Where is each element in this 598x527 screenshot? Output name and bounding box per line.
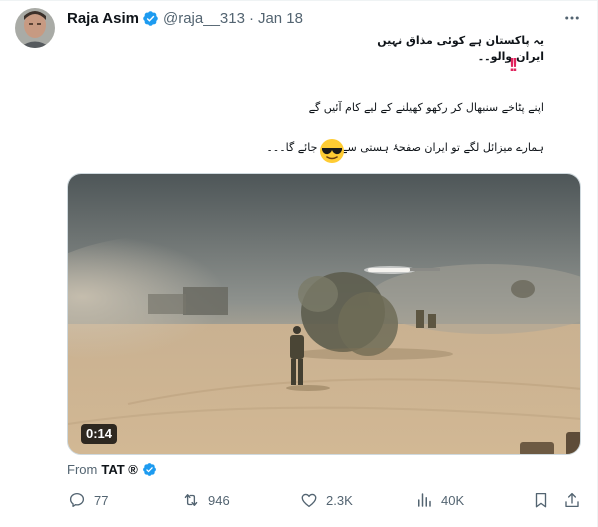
share-icon (565, 492, 579, 508)
repost-icon (184, 494, 198, 506)
views-count: 40K (441, 492, 465, 508)
verified-badge-icon (142, 462, 157, 477)
repost-button[interactable]: 946 (182, 490, 230, 510)
tweet-text-line-1: یہ پاکستان ہے کوئی مذاق نہیں (377, 34, 544, 47)
reply-count: 77 (94, 492, 109, 508)
video-duration: 0:14 (81, 424, 118, 444)
bookmark-button[interactable] (532, 490, 558, 510)
bookmark-icon (535, 492, 547, 508)
double-exclamation-icon: !! (509, 55, 518, 75)
video-player[interactable] (67, 173, 581, 455)
reply-button[interactable]: 77 (68, 490, 108, 510)
repost-count: 946 (208, 492, 230, 508)
tweet-text-line-4: ہمارے میزائل لگے تو ایران صفحۂ ہستی سے م… (266, 141, 544, 154)
handle[interactable]: @raja__313 (163, 10, 245, 27)
like-count: 2.3K (326, 492, 353, 508)
reply-icon (69, 492, 85, 508)
avatar[interactable] (15, 8, 55, 48)
views-chart-icon (418, 493, 431, 507)
top-divider (0, 0, 598, 1)
separator-dot: · (248, 9, 254, 27)
tweet-date[interactable]: Jan 18 (258, 10, 303, 27)
share-button[interactable] (563, 490, 589, 510)
heart-icon (301, 493, 317, 508)
media-attribution: From TAT ® (67, 461, 161, 477)
attribution-prefix: From (67, 461, 98, 477)
display-name[interactable]: Raja Asim (67, 10, 139, 27)
tweet-header: Raja Asim @raja__313 · Jan 18 (67, 9, 303, 27)
tweet-text-line-3: اپنے پٹاخے سنبھال کر رکھو کھیلنے کے لیے … (308, 101, 544, 114)
sunglasses-emoji-icon (319, 138, 345, 164)
like-button[interactable]: 2.3K (300, 490, 353, 510)
views-button[interactable]: 40K (415, 490, 464, 510)
more-options-icon[interactable] (563, 9, 581, 27)
verified-badge-icon (142, 10, 159, 27)
attribution-source[interactable]: TAT ® (101, 462, 138, 477)
